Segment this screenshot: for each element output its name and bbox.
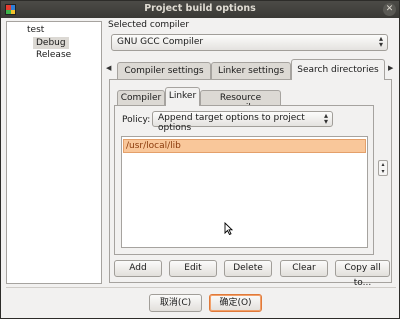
window-title: Project build options [144,3,256,14]
tab-sub-resource-compiler[interactable]: Resource compiler [200,90,281,113]
tree-item-debug[interactable]: Debug [33,37,69,49]
footer-separator [6,287,396,288]
target-tree: test Debug Release [6,21,102,284]
tab-compiler-settings[interactable]: Compiler settings [117,62,211,79]
combo-arrows-icon: ▴ ▾ [323,111,328,126]
compiler-select[interactable]: GNU GCC Compiler ▴ ▾ [111,34,388,51]
dialog-window: Project build options ✕ test Debug Relea… [0,0,400,319]
edit-button[interactable]: Edit [169,260,217,277]
tree-item-release[interactable]: Release [36,50,71,60]
list-item[interactable]: /usr/local/lib [123,139,366,153]
policy-label: Policy: [122,115,151,125]
policy-select[interactable]: Append target options to project options… [152,111,333,133]
list-scroll-icon[interactable]: ▴ ▾ [378,160,388,176]
mouse-pointer-icon [224,222,233,235]
ok-button[interactable]: 确定(O) [209,294,262,312]
close-icon[interactable]: ✕ [383,3,396,16]
delete-button[interactable]: Delete [224,260,272,277]
compiler-select-value: GNU GCC Compiler [117,37,204,47]
clear-button[interactable]: Clear [280,260,328,277]
tab-sub-compiler[interactable]: Compiler [117,90,165,105]
cancel-button[interactable]: 取消(C) [149,294,202,312]
copy-all-to-button[interactable]: Copy all to... [335,260,390,288]
combo-arrows-icon: ▴ ▾ [378,34,383,49]
tab-scroll-right-icon[interactable]: ▶ [388,64,393,72]
title-bar: Project build options ✕ [1,1,399,18]
tab-scroll-left-icon[interactable]: ◀ [106,64,111,72]
add-button[interactable]: Add [114,260,162,277]
tab-search-directories[interactable]: Search directories [291,59,385,80]
directory-list[interactable]: /usr/local/lib [121,136,368,248]
tree-item-root[interactable]: test [27,25,44,35]
selected-compiler-label: Selected compiler [108,20,190,30]
tab-sub-linker[interactable]: Linker [165,87,200,106]
tab-linker-settings[interactable]: Linker settings [211,62,291,79]
